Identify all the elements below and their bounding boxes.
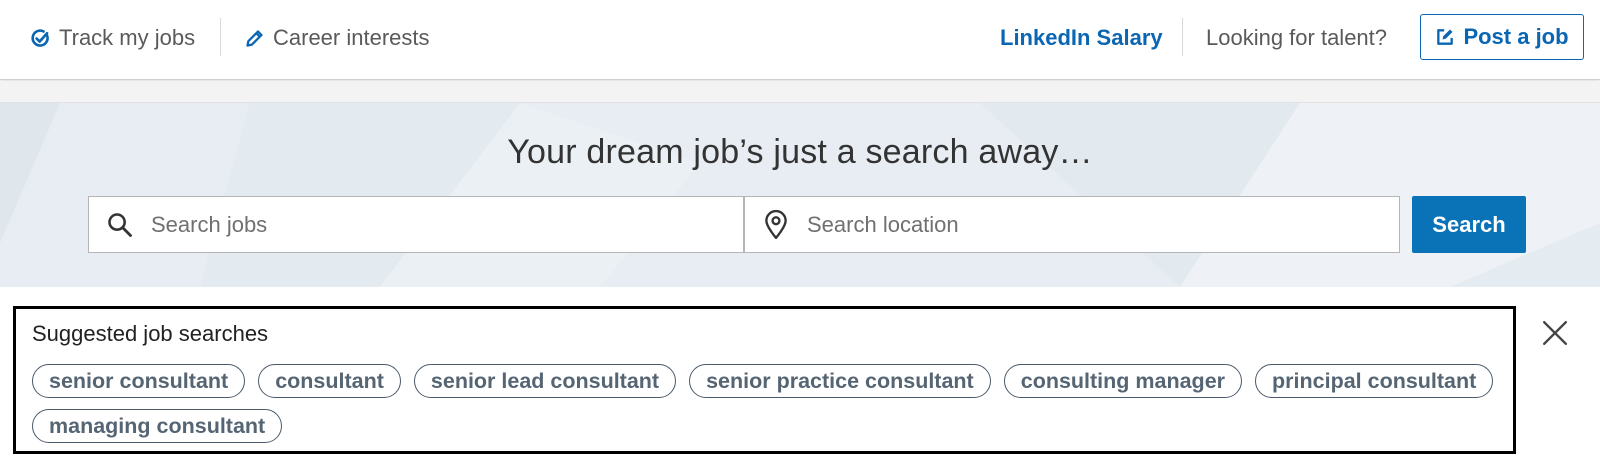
location-search-field[interactable] <box>744 196 1400 253</box>
suggested-search-pill[interactable]: managing consultant <box>32 409 283 443</box>
suggested-search-pill[interactable]: consulting manager <box>1003 364 1243 398</box>
search-icon <box>89 211 151 239</box>
suggested-job-searches-panel: Suggested job searches senior consultant… <box>13 306 1516 454</box>
linkedin-salary-link[interactable]: LinkedIn Salary <box>1000 22 1163 54</box>
post-a-job-label: Post a job <box>1463 24 1569 49</box>
close-icon <box>1542 320 1568 346</box>
search-location-input[interactable] <box>807 211 1367 238</box>
search-button[interactable]: Search <box>1412 196 1526 253</box>
top-navigation-bar: Track my jobs Career interests LinkedIn … <box>0 0 1600 80</box>
track-my-jobs-link[interactable]: Track my jobs <box>30 22 195 54</box>
nav-divider <box>1182 18 1183 56</box>
search-jobs-input[interactable] <box>151 211 711 238</box>
job-search-field[interactable] <box>88 196 744 253</box>
hero-background-pattern <box>0 103 1600 287</box>
track-my-jobs-label: Track my jobs <box>59 25 196 50</box>
career-interests-link[interactable]: Career interests <box>244 22 430 54</box>
looking-for-talent-text: Looking for talent? <box>1206 25 1388 50</box>
suggested-search-pill[interactable]: senior lead consultant <box>413 364 677 398</box>
pencil-icon <box>244 28 265 49</box>
edit-square-icon <box>1435 27 1455 47</box>
suggested-searches-title: Suggested job searches <box>32 321 269 346</box>
job-search-hero: Your dream job’s just a search away… Sea… <box>0 103 1600 287</box>
suggested-search-pill[interactable]: principal consultant <box>1255 364 1494 398</box>
close-suggestions-button[interactable] <box>1540 318 1570 348</box>
career-interests-label: Career interests <box>273 25 430 50</box>
suggested-search-pill[interactable]: consultant <box>258 364 401 398</box>
nav-divider <box>220 18 221 56</box>
suggested-search-pill[interactable]: senior consultant <box>32 364 246 398</box>
location-pin-icon <box>745 209 807 240</box>
post-a-job-button[interactable]: Post a job <box>1420 14 1584 60</box>
suggested-search-pill-list: senior consultant consultant senior lead… <box>32 364 1512 443</box>
section-divider-strip <box>0 81 1600 103</box>
hero-title: Your dream job’s just a search away… <box>507 133 1093 171</box>
check-circle-icon <box>30 28 51 49</box>
suggested-search-pill[interactable]: senior practice consultant <box>689 364 991 398</box>
